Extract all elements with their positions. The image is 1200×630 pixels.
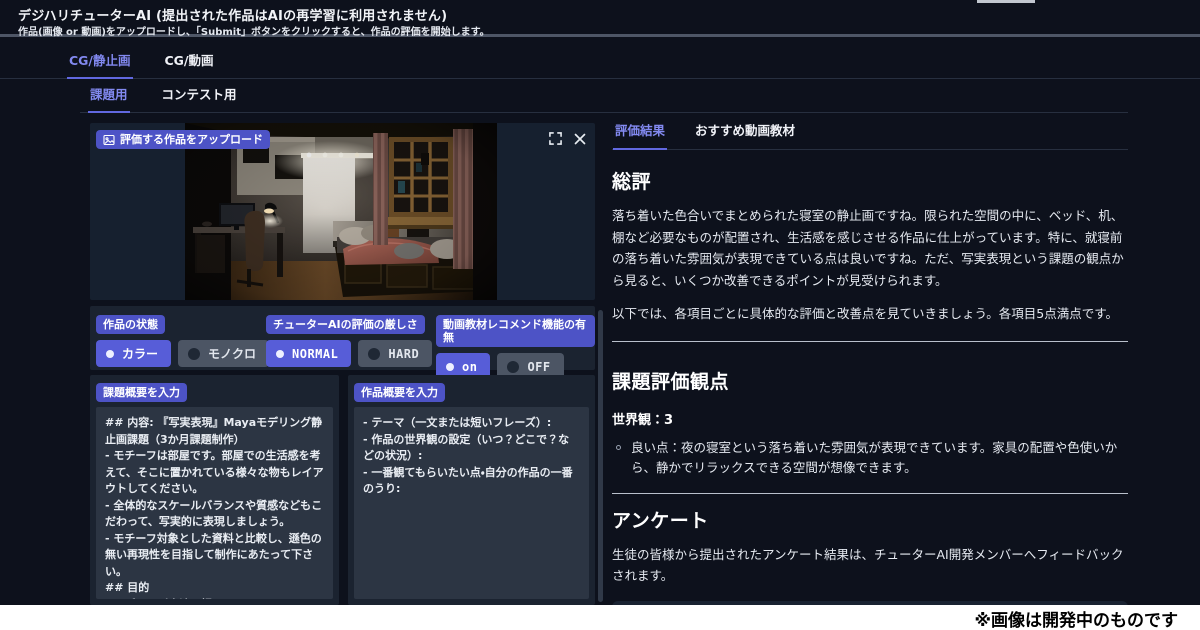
option-normal[interactable]: NORMAL	[266, 340, 351, 367]
radio-dot	[188, 348, 200, 360]
development-note: ※画像は開発中のものです	[974, 606, 1178, 630]
survey-description: 生徒の皆様から提出されたアンケート結果は、チューターAI開発メンバーへフィードバ…	[612, 544, 1128, 587]
app-window: デジハリチューターAI (提出された作品はAIの再学習に利用されません) 作品(…	[0, 0, 1200, 605]
media-type-tabs: CG/静止画 CG/動画	[0, 50, 1200, 79]
assignment-summary-textarea[interactable]: ## 内容: 『写実表現』Mayaモデリング静止画課題（3か月課題制作） - モ…	[96, 407, 333, 599]
image-icon	[103, 134, 115, 146]
divider	[612, 341, 1128, 342]
upload-preview-panel[interactable]: 評価する作品をアップロード	[90, 123, 595, 300]
fullscreen-icon[interactable]	[548, 131, 563, 146]
radio-dot	[507, 361, 519, 373]
tab-cg-still[interactable]: CG/静止画	[67, 50, 133, 79]
tab-recommended-videos[interactable]: おすすめ動画教材	[693, 120, 797, 149]
results-panel: 評価結果 おすすめ動画教材 総評 落ち着いた色合いでまとめられた寝室の静止画です…	[612, 120, 1128, 605]
options-panel: 作品の状態 カラー モノクロ チューターAIの評価の厳しさ NORMAL HAR…	[90, 306, 595, 370]
overall-paragraph-2: 以下では、各項目ごとに具体的な評価と改善点を見ていきましょう。各項目5点満点です…	[612, 303, 1128, 325]
criteria-item-worldview: 世界観：3	[612, 409, 1128, 428]
app-header: デジハリチューターAI (提出された作品はAIの再学習に利用されません) 作品(…	[0, 0, 1200, 37]
divider	[612, 493, 1128, 494]
artwork-state-label: 作品の状態	[96, 315, 165, 334]
assignment-summary-panel: 課題概要を入力 ## 内容: 『写実表現』Mayaモデリング静止画課題（3か月課…	[90, 375, 339, 605]
radio-dot	[106, 350, 114, 358]
option-monochrome[interactable]: モノクロ	[178, 340, 269, 367]
artwork-summary-panel: 作品概要を入力 - テーマ（一文または短いフレーズ）: - 作品の世界観の設定（…	[348, 375, 595, 605]
page: デジハリチューターAI (提出された作品はAIの再学習に利用されません) 作品(…	[0, 0, 1200, 630]
uploaded-artwork-image	[185, 123, 497, 300]
criteria-bullet-row: 良い点：夜の寝室という落ち着いた雰囲気が表現できています。家具の配置や色使いから…	[612, 438, 1128, 478]
radio-dot	[368, 348, 380, 360]
scrollbar-thumb[interactable]	[598, 310, 603, 602]
group-strictness: チューターAIの評価の厳しさ NORMAL HARD	[266, 313, 432, 367]
overall-paragraph-1: 落ち着いた色合いでまとめられた寝室の静止画ですね。限られた空間の中に、ベッド、机…	[612, 205, 1128, 291]
tab-assignment[interactable]: 課題用	[88, 84, 130, 113]
artwork-summary-badge: 作品概要を入力	[354, 383, 445, 402]
upload-badge[interactable]: 評価する作品をアップロード	[96, 130, 270, 149]
strictness-label: チューターAIの評価の厳しさ	[266, 315, 425, 334]
page-subtitle: 作品(画像 or 動画)をアップロードし、「Submit」ボタンをクリックすると…	[18, 23, 490, 38]
radio-dot	[276, 350, 284, 358]
footer-note-bar: ※画像は開発中のものです	[0, 605, 1200, 630]
tab-cg-video[interactable]: CG/動画	[163, 50, 216, 78]
purpose-tabs: 課題用 コンテスト用	[80, 84, 1128, 113]
group-recommend: 動画教材レコメンド機能の有無 on OFF	[436, 313, 595, 380]
close-icon[interactable]	[572, 131, 587, 146]
artwork-summary-textarea[interactable]: - テーマ（一文または短いフレーズ）: - 作品の世界観の設定（いつ？どこで？な…	[354, 407, 589, 599]
bullet-icon	[616, 445, 621, 450]
group-artwork-state: 作品の状態 カラー モノクロ	[96, 313, 269, 367]
criteria-heading: 課題評価観点	[612, 367, 1128, 394]
results-tabs: 評価結果 おすすめ動画教材	[612, 120, 1128, 150]
assignment-summary-badge: 課題概要を入力	[96, 383, 187, 402]
tab-contest[interactable]: コンテスト用	[160, 84, 239, 112]
criteria-bullet-text: 良い点：夜の寝室という落ち着いた雰囲気が表現できています。家具の配置や色使いから…	[631, 438, 1128, 478]
survey-heading: アンケート	[612, 506, 1128, 533]
overall-heading: 総評	[612, 167, 1128, 194]
radio-dot	[446, 363, 454, 371]
option-hard[interactable]: HARD	[358, 340, 432, 367]
recommend-label: 動画教材レコメンド機能の有無	[436, 315, 595, 347]
page-title: デジハリチューターAI (提出された作品はAIの再学習に利用されません)	[18, 5, 447, 24]
option-color[interactable]: カラー	[96, 340, 171, 367]
tab-evaluation-result[interactable]: 評価結果	[613, 120, 667, 150]
